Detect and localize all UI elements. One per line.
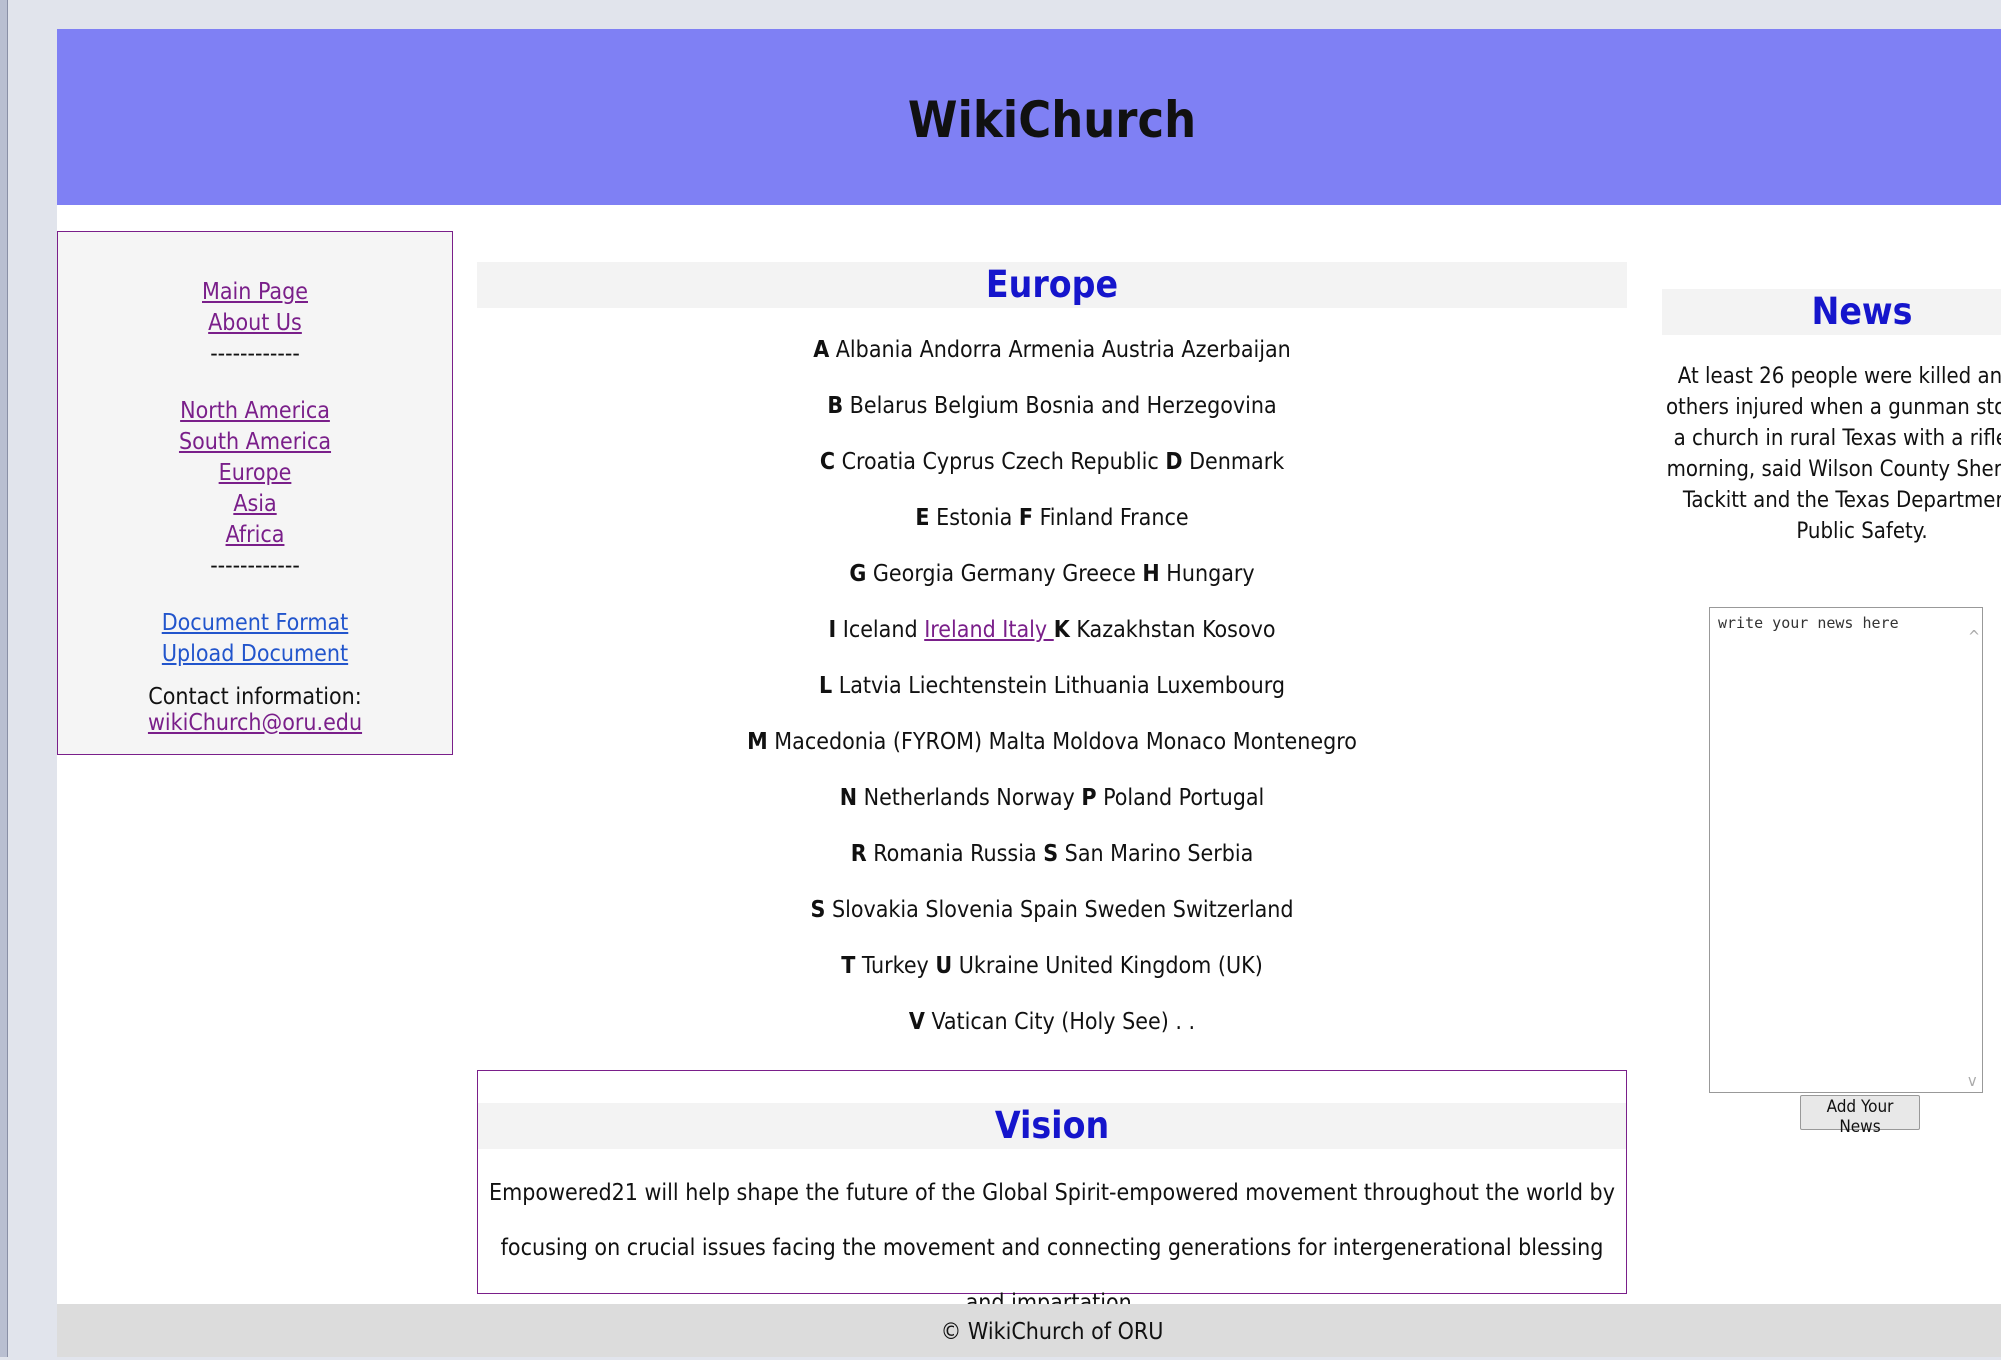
letter-heading: F [1018, 505, 1033, 531]
europe-title: Europe [477, 262, 1627, 308]
site-title: WikiChurch [907, 91, 1197, 149]
country-row: V Vatican City (Holy See) . . [477, 994, 1627, 1050]
country-row: M Macedonia (FYROM) Malta Moldova Monaco… [477, 714, 1627, 770]
nav-document-format[interactable]: Document Format [162, 610, 349, 636]
country-names: San Marino Serbia [1058, 841, 1254, 867]
news-textarea[interactable]: write your news here [1709, 607, 1983, 1093]
country-list: A Albania Andorra Armenia Austria Azerba… [477, 322, 1627, 1050]
nav-separator: ------------ [210, 553, 300, 579]
nav-about-us[interactable]: About Us [208, 310, 302, 336]
country-row: R Romania Russia S San Marino Serbia [477, 826, 1627, 882]
country-names: Netherlands Norway [857, 785, 1082, 811]
country-row: C Croatia Cyprus Czech Republic D Denmar… [477, 434, 1627, 490]
country-names: Denmark [1182, 449, 1285, 475]
europe-section: Europe A Albania Andorra Armenia Austria… [477, 262, 1627, 1050]
letter-heading: L [818, 673, 833, 699]
nav-main-page[interactable]: Main Page [202, 279, 308, 305]
nav-north-america[interactable]: North America [180, 398, 330, 424]
letter-heading: V [908, 1009, 925, 1035]
country-names: Estonia [929, 505, 1019, 531]
country-row: A Albania Andorra Armenia Austria Azerba… [477, 322, 1627, 378]
scroll-up-icon[interactable]: ^ [1968, 627, 1980, 646]
news-section: News At least 26 people were killed and … [1662, 289, 2001, 1137]
news-text: At least 26 people were killed and 20 ot… [1665, 364, 2001, 544]
letter-heading: P [1081, 785, 1097, 811]
contact-email-link[interactable]: wikiChurch@oru.edu [148, 710, 362, 736]
country-row: T Turkey U Ukraine United Kingdom (UK) [477, 938, 1627, 994]
vision-text-line: Empowered21 will help shape the future o… [489, 1180, 1615, 1206]
country-names: Latvia Liechtenstein Lithuania Luxembour… [832, 673, 1286, 699]
country-names: Turkey [855, 953, 936, 979]
letter-heading: H [1142, 561, 1160, 587]
footer-copyright: © WikiChurch of ORU [940, 1319, 1164, 1345]
country-link[interactable]: Ireland Italy [924, 617, 1054, 643]
nav-separator: ------------ [210, 341, 300, 367]
country-names: Georgia Germany Greece [866, 561, 1143, 587]
nav-africa[interactable]: Africa [226, 522, 285, 548]
site-header: WikiChurch [57, 29, 2001, 205]
letter-heading: N [839, 785, 858, 811]
country-row: E Estonia F Finland France [477, 490, 1627, 546]
news-title: News [1662, 289, 2001, 335]
letter-heading: T [841, 953, 856, 979]
country-names: Finland France [1033, 505, 1189, 531]
letter-heading: S [810, 897, 826, 923]
vision-section: Vision Empowered21 will help shape the f… [477, 1070, 1627, 1316]
contact-info: Contact information: wikiChurch@oru.edu [58, 684, 452, 736]
country-names: Macedonia (FYROM) Malta Moldova Monaco M… [767, 729, 1357, 755]
contact-label: Contact information: [148, 684, 362, 710]
country-row: B Belarus Belgium Bosnia and Herzegovina [477, 378, 1627, 434]
country-names: Vatican City (Holy See) . . [924, 1009, 1196, 1035]
letter-heading: C [819, 449, 835, 475]
page: WikiChurch Main Page About Us ----------… [57, 29, 2001, 1357]
window-edge [0, 0, 8, 1357]
country-row: N Netherlands Norway P Poland Portugal [477, 770, 1627, 826]
country-names: Hungary [1159, 561, 1255, 587]
letter-heading: G [849, 561, 867, 587]
letter-heading: M [747, 729, 768, 755]
letter-heading: I [828, 617, 837, 643]
country-names: Poland Portugal [1096, 785, 1265, 811]
nav-upload-document[interactable]: Upload Document [162, 641, 348, 667]
country-names: Kazakhstan Kosovo [1069, 617, 1276, 643]
country-row: I Iceland Ireland Italy K Kazakhstan Kos… [477, 602, 1627, 658]
nav-asia[interactable]: Asia [233, 491, 276, 517]
country-names: Slovakia Slovenia Spain Sweden Switzerla… [825, 897, 1294, 923]
letter-heading: K [1053, 617, 1070, 643]
letter-heading: S [1043, 841, 1059, 867]
letter-heading: B [827, 393, 844, 419]
country-names: Iceland [836, 617, 925, 643]
letter-heading: R [850, 841, 867, 867]
country-names: Ukraine United Kingdom (UK) [952, 953, 1263, 979]
letter-heading: D [1165, 449, 1183, 475]
add-news-button[interactable]: Add Your News [1800, 1095, 1920, 1137]
country-row: G Georgia Germany Greece H Hungary [477, 546, 1627, 602]
country-names: Belarus Belgium Bosnia and Herzegovina [843, 393, 1277, 419]
country-names: Romania Russia [866, 841, 1044, 867]
country-names: Albania Andorra Armenia Austria Azerbaij… [829, 337, 1291, 363]
sidebar-nav: Main Page About Us ------------ North Am… [57, 231, 453, 755]
vision-title: Vision [478, 1103, 1626, 1149]
letter-heading: E [915, 505, 930, 531]
letter-heading: U [935, 953, 953, 979]
country-row: L Latvia Liechtenstein Lithuania Luxembo… [477, 658, 1627, 714]
country-row: S Slovakia Slovenia Spain Sweden Switzer… [477, 882, 1627, 938]
site-footer: © WikiChurch of ORU [57, 1304, 2001, 1357]
letter-heading: A [813, 337, 830, 363]
nav-europe[interactable]: Europe [219, 460, 292, 486]
scroll-down-icon[interactable]: v [1968, 1071, 1977, 1090]
nav-south-america[interactable]: South America [179, 429, 331, 455]
country-names: Croatia Cyprus Czech Republic [835, 449, 1166, 475]
